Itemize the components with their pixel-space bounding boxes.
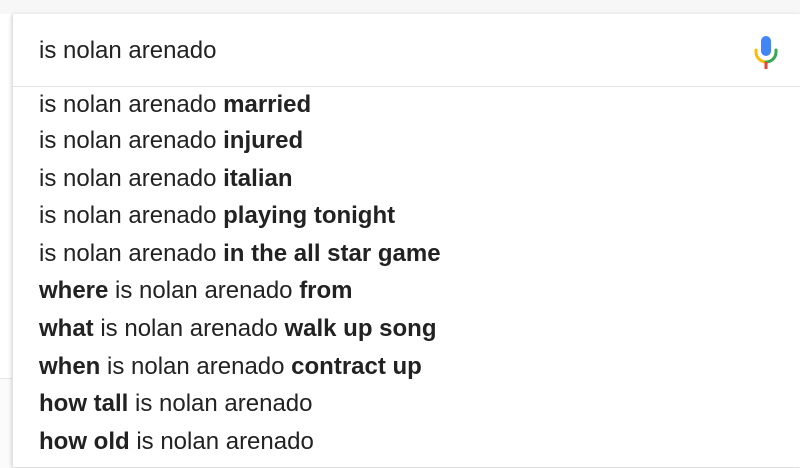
suggestion-query: is nolan arenado xyxy=(39,239,217,267)
suggestion-query: is nolan arenado xyxy=(135,390,313,418)
suggestion-completion: married xyxy=(223,91,312,118)
suggestion-completion: from xyxy=(299,277,353,305)
suggestion-item[interactable]: is nolan arenado italian xyxy=(13,160,800,198)
suggestion-item[interactable]: is nolan arenado married xyxy=(13,87,800,122)
suggestion-item[interactable]: where is nolan arenado from xyxy=(13,272,800,310)
page-background xyxy=(0,0,800,14)
suggestion-prefix: how old xyxy=(39,427,130,455)
suggestion-query: is nolan arenado xyxy=(39,91,217,118)
microphone-icon xyxy=(754,36,778,69)
suggestion-item[interactable]: how tall is nolan arenado xyxy=(13,385,800,423)
suggestion-prefix: what xyxy=(39,314,94,342)
suggestion-item[interactable]: is nolan arenado in the all star game xyxy=(13,235,800,273)
suggestion-query: is nolan arenado xyxy=(39,164,217,192)
suggestion-prefix: when xyxy=(39,352,101,380)
suggestion-query: is nolan arenado xyxy=(115,277,293,305)
search-autocomplete-panel: is nolan arenado married is nolan arenad… xyxy=(12,14,800,467)
suggestion-completion: italian xyxy=(223,164,293,192)
suggestion-prefix: how tall xyxy=(39,390,129,418)
search-bar xyxy=(13,14,800,87)
search-input[interactable] xyxy=(39,34,719,68)
voice-search-button[interactable] xyxy=(751,34,781,72)
suggestion-list: is nolan arenado married is nolan arenad… xyxy=(13,87,800,460)
suggestion-query: is nolan arenado xyxy=(136,427,314,455)
suggestion-completion: injured xyxy=(223,127,304,154)
suggestion-completion: walk up song xyxy=(284,314,437,342)
suggestion-item[interactable]: what is nolan arenado walk up song xyxy=(13,310,800,348)
suggestion-item[interactable]: is nolan arenado playing tonight xyxy=(13,197,800,235)
suggestion-completion: in the all star game xyxy=(223,239,441,267)
suggestion-completion: playing tonight xyxy=(223,202,396,230)
suggestion-query: is nolan arenado xyxy=(100,314,278,342)
suggestion-query: is nolan arenado xyxy=(107,352,285,380)
suggestion-query: is nolan arenado xyxy=(39,202,217,230)
suggestion-item[interactable]: is nolan arenado injured xyxy=(13,122,800,160)
underlying-page-edge xyxy=(0,378,12,468)
suggestion-completion: contract up xyxy=(291,352,422,380)
suggestion-item[interactable]: how old is nolan arenado xyxy=(13,423,800,461)
suggestion-query: is nolan arenado xyxy=(39,127,217,154)
suggestion-prefix: where xyxy=(39,277,109,305)
suggestion-item[interactable]: when is nolan arenado contract up xyxy=(13,348,800,386)
